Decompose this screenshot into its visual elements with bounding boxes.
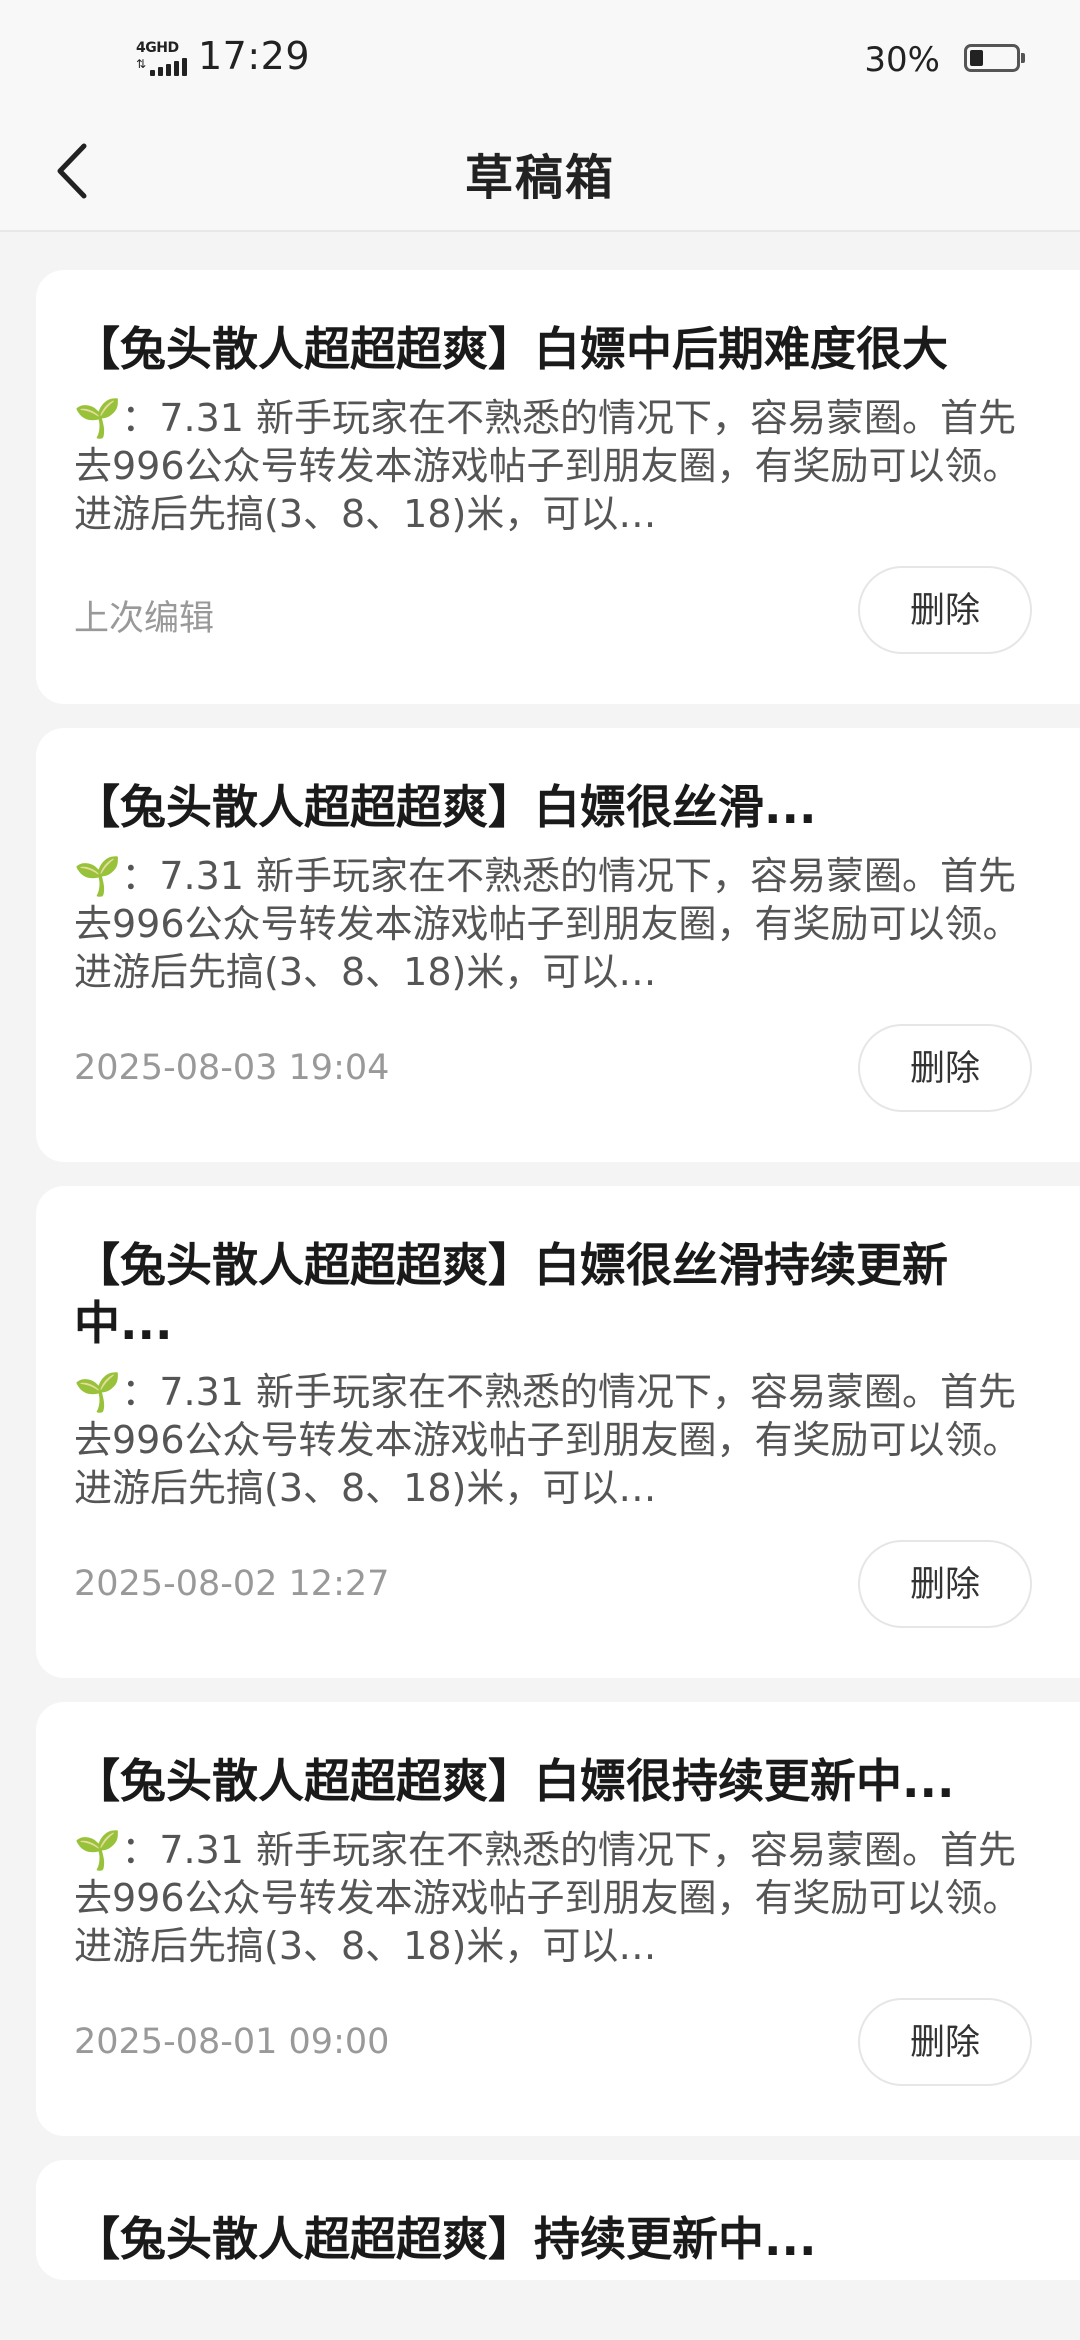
draft-timestamp: 2025-08-03 19:04 bbox=[74, 1048, 390, 1088]
status-bar: 4GHD ⇅ 17:29 30% bbox=[0, 0, 1080, 118]
navigation-header: 草稿箱 bbox=[0, 118, 1080, 232]
cellular-signal-icon: 4GHD ⇅ bbox=[136, 40, 192, 80]
draft-footer: 2025-08-03 19:04 删除 bbox=[74, 1024, 1032, 1114]
delete-button[interactable]: 删除 bbox=[858, 1024, 1032, 1112]
draft-card[interactable]: 【兔头散人超超超爽】白嫖很丝滑持续更新中... 🌱：7.31 新手玩家在不熟悉的… bbox=[36, 1186, 1080, 1678]
draft-card[interactable]: 【兔头散人超超超爽】持续更新中... bbox=[36, 2160, 1080, 2280]
delete-button[interactable]: 删除 bbox=[858, 1998, 1032, 2086]
seedling-icon: 🌱 bbox=[74, 1828, 122, 1872]
draft-card[interactable]: 【兔头散人超超超爽】白嫖很持续更新中... 🌱：7.31 新手玩家在不熟悉的情况… bbox=[36, 1702, 1080, 2136]
draft-footer: 2025-08-02 12:27 删除 bbox=[74, 1540, 1032, 1630]
battery-percent: 30% bbox=[864, 40, 940, 80]
draft-list: 【兔头散人超超超爽】白嫖中后期难度很大 🌱：7.31 新手玩家在不熟悉的情况下，… bbox=[36, 270, 1080, 2280]
draft-title: 【兔头散人超超超爽】白嫖很持续更新中... bbox=[74, 1754, 955, 1808]
draft-title: 【兔头散人超超超爽】白嫖很丝滑... bbox=[74, 780, 817, 834]
draft-title: 【兔头散人超超超爽】白嫖很丝滑持续更新中... bbox=[74, 1238, 948, 1350]
draft-excerpt: 🌱：7.31 新手玩家在不熟悉的情况下，容易蒙圈。首先去996公众号转发本游戏帖… bbox=[74, 1370, 1021, 1510]
draft-title: 【兔头散人超超超爽】白嫖中后期难度很大 bbox=[74, 322, 948, 376]
data-transfer-icon: ⇅ bbox=[136, 57, 147, 71]
network-type: 4GHD bbox=[136, 40, 179, 56]
draft-excerpt: 🌱：7.31 新手玩家在不熟悉的情况下，容易蒙圈。首先去996公众号转发本游戏帖… bbox=[74, 1828, 1021, 1968]
draft-timestamp: 2025-08-02 12:27 bbox=[74, 1564, 390, 1604]
draft-timestamp: 2025-08-01 09:00 bbox=[74, 2022, 390, 2062]
draft-last-edited: 上次编辑 bbox=[74, 599, 215, 639]
draft-footer: 上次编辑 删除 bbox=[74, 566, 1032, 656]
draft-excerpt: 🌱：7.31 新手玩家在不熟悉的情况下，容易蒙圈。首先去996公众号转发本游戏帖… bbox=[74, 396, 1021, 536]
draft-card[interactable]: 【兔头散人超超超爽】白嫖中后期难度很大 🌱：7.31 新手玩家在不熟悉的情况下，… bbox=[36, 270, 1080, 704]
seedling-icon: 🌱 bbox=[74, 396, 122, 440]
clock: 17:29 bbox=[198, 34, 311, 78]
draft-title: 【兔头散人超超超爽】持续更新中... bbox=[74, 2212, 817, 2266]
battery-level bbox=[970, 50, 983, 66]
seedling-icon: 🌱 bbox=[74, 1370, 122, 1414]
draft-footer: 2025-08-01 09:00 删除 bbox=[74, 1998, 1032, 2088]
delete-button[interactable]: 删除 bbox=[858, 566, 1032, 654]
signal-bars-icon bbox=[150, 56, 187, 76]
page-title: 草稿箱 bbox=[464, 150, 615, 206]
seedling-icon: 🌱 bbox=[74, 854, 122, 898]
battery-icon bbox=[964, 44, 1025, 72]
draft-card[interactable]: 【兔头散人超超超爽】白嫖很丝滑... 🌱：7.31 新手玩家在不熟悉的情况下，容… bbox=[36, 728, 1080, 1162]
draft-excerpt: 🌱：7.31 新手玩家在不熟悉的情况下，容易蒙圈。首先去996公众号转发本游戏帖… bbox=[74, 854, 1021, 994]
delete-button[interactable]: 删除 bbox=[858, 1540, 1032, 1628]
